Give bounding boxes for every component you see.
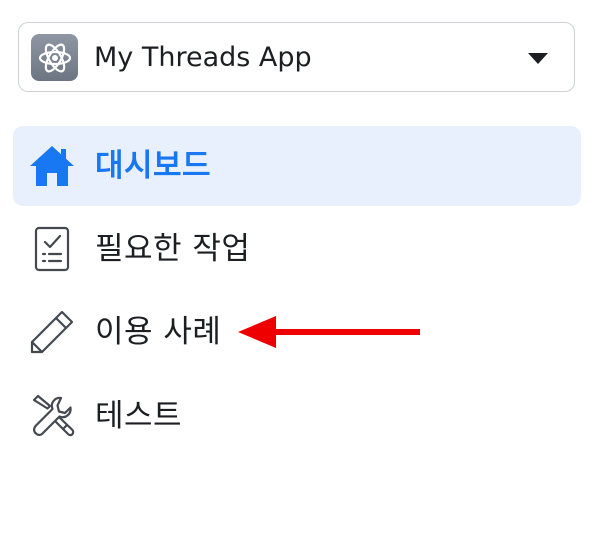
home-icon [28, 142, 76, 190]
tools-icon [28, 392, 76, 440]
atom-icon [31, 34, 78, 81]
nav-item-label: 테스트 [95, 398, 183, 434]
nav-item-required-actions[interactable]: 필요한 작업 [13, 209, 581, 289]
nav-item-label: 대시보드 [95, 148, 212, 184]
pencil-icon [28, 308, 76, 356]
nav-item-label: 이용 사례 [95, 314, 222, 350]
annotation-arrow-icon [238, 316, 420, 348]
nav-item-test[interactable]: 테스트 [13, 376, 581, 456]
checklist-icon [28, 225, 76, 273]
caret-down-icon[interactable] [528, 53, 548, 64]
nav-item-label: 필요한 작업 [95, 231, 251, 267]
nav-item-dashboard[interactable]: 대시보드 [13, 126, 581, 206]
app-selector-dropdown[interactable]: My Threads App [18, 22, 575, 92]
app-name: My Threads App [94, 42, 312, 73]
sidebar: My Threads App 대시보드 필요한 작업 이용 사례 테스트 [0, 0, 596, 534]
